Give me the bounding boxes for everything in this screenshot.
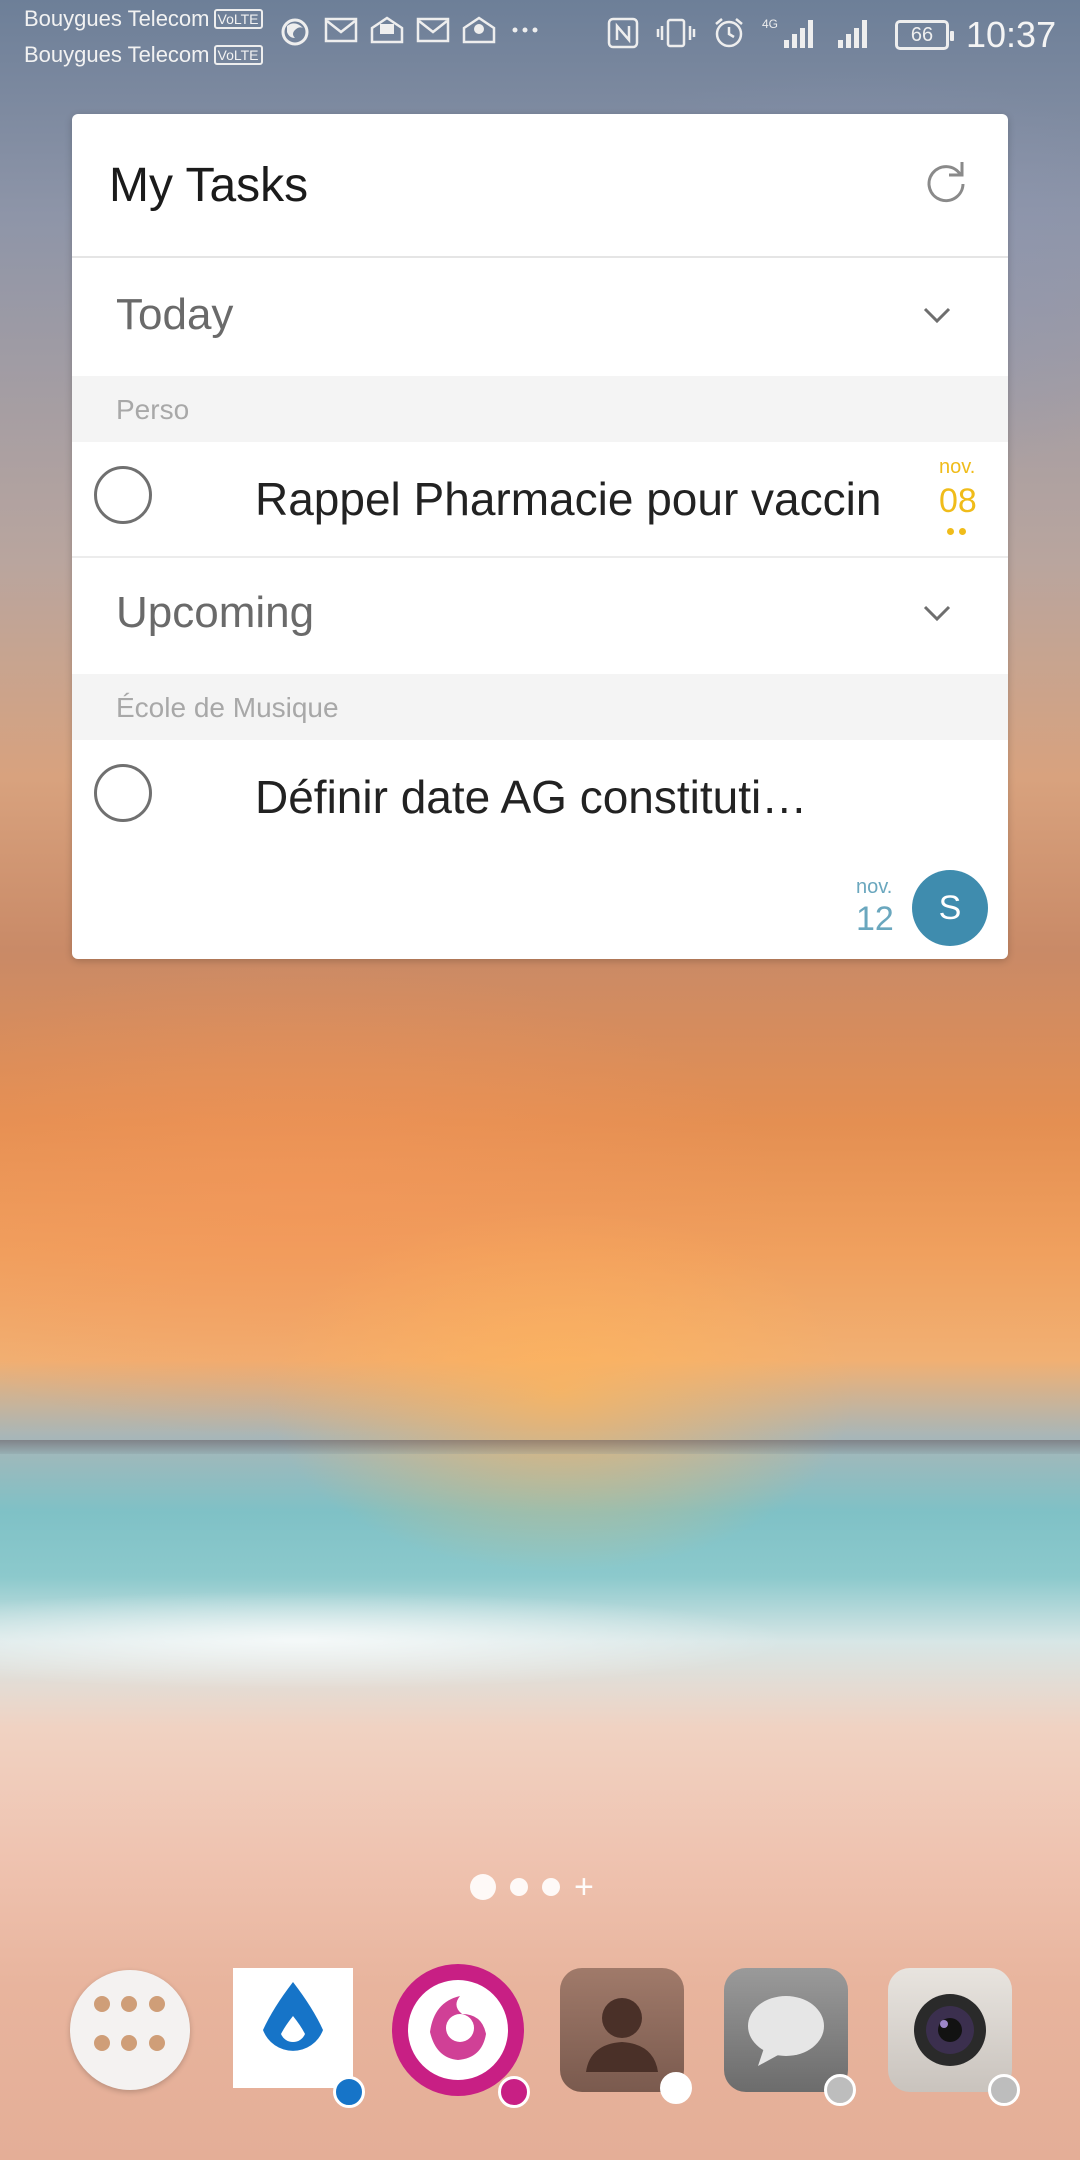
app-drawer-icon xyxy=(94,1996,166,2064)
volte-badge: VoLTE xyxy=(213,9,263,29)
section-today-title: Today xyxy=(116,290,234,339)
task-due-month: nov. xyxy=(939,456,976,478)
mail-icon xyxy=(324,16,358,46)
battery-indicator: 66 xyxy=(895,20,954,50)
work-profile-badge xyxy=(333,2076,365,2108)
task-title[interactable]: Définir date AG constituti… xyxy=(255,770,855,824)
priority-dots xyxy=(947,528,966,535)
carrier-1: Bouygues Telecom VoLTE xyxy=(24,6,263,32)
my-tasks-widget: My Tasks Today Perso Rappel Pharmacie po… xyxy=(72,114,1008,959)
notification-icons xyxy=(278,16,542,46)
chat-bubble-icon xyxy=(748,1996,824,2066)
task-due-day: 12 xyxy=(856,900,894,938)
clock: 10:37 xyxy=(966,14,1057,55)
chevron-down-icon[interactable] xyxy=(922,300,952,330)
task-title[interactable]: Rappel Pharmacie pour vaccin xyxy=(255,472,975,526)
camera-lens-icon xyxy=(914,1994,986,2066)
work-profile-badge xyxy=(498,2076,530,2108)
group-header-perso: Perso xyxy=(72,376,1008,442)
badge-dot xyxy=(660,2072,692,2104)
section-upcoming[interactable]: Upcoming xyxy=(72,558,1008,674)
page-dot-active[interactable] xyxy=(470,1874,496,1900)
task-due-day: 08 xyxy=(939,482,977,520)
wallpaper-sea xyxy=(0,1560,1080,1720)
more-icon xyxy=(508,16,542,46)
refresh-icon[interactable] xyxy=(920,156,972,208)
page-dot[interactable] xyxy=(542,1878,560,1896)
vibrate-icon xyxy=(656,16,696,50)
camera-app-icon[interactable] xyxy=(888,1968,1020,2106)
work-profile-badge xyxy=(988,2074,1020,2106)
volte-badge: VoLTE xyxy=(213,45,263,65)
signal-icon xyxy=(834,16,874,50)
mail-icon xyxy=(416,16,450,46)
section-today[interactable]: Today xyxy=(72,260,1008,376)
firefox-focus-app-icon[interactable] xyxy=(390,1962,530,2108)
task-row[interactable]: Rappel Pharmacie pour vaccin nov. 08 xyxy=(72,442,1008,556)
svg-text:4G: 4G xyxy=(762,17,778,31)
section-upcoming-title: Upcoming xyxy=(116,588,315,637)
contacts-icon xyxy=(586,1998,658,2072)
wallpaper-horizon xyxy=(0,1440,1080,1454)
task-complete-checkbox[interactable] xyxy=(94,764,152,822)
carrier-2: Bouygues Telecom VoLTE xyxy=(24,42,263,68)
page-indicator: + xyxy=(470,1870,594,1904)
add-page-icon[interactable]: + xyxy=(574,1870,594,1904)
app-drawer-button[interactable] xyxy=(70,1970,190,2090)
water-drop-icon xyxy=(263,1982,323,2051)
water-drop-app-icon[interactable] xyxy=(233,1968,365,2108)
signal-icon: 4G xyxy=(762,16,818,50)
alarm-icon xyxy=(712,16,746,50)
widget-title: My Tasks xyxy=(109,159,309,212)
messages-app-icon[interactable] xyxy=(724,1968,856,2106)
assignee-avatar[interactable]: S xyxy=(912,870,988,946)
nfc-icon xyxy=(606,16,640,50)
status-bar: Bouygues Telecom VoLTE Bouygues Telecom Vo… xyxy=(0,0,1080,80)
group-header-ecole-de-musique: École de Musique xyxy=(72,674,1008,740)
task-complete-checkbox[interactable] xyxy=(94,466,152,524)
group-label: École de Musique xyxy=(116,692,339,723)
widget-header: My Tasks xyxy=(72,114,1008,258)
firefox-icon xyxy=(278,16,312,46)
task-due-month: nov. xyxy=(856,876,893,898)
mail-icon xyxy=(462,16,496,46)
mail-icon xyxy=(370,16,404,46)
page-dot[interactable] xyxy=(510,1878,528,1896)
contacts-app-icon[interactable] xyxy=(560,1968,692,2104)
carrier-2-label: Bouygues Telecom xyxy=(24,42,210,67)
group-label: Perso xyxy=(116,394,190,425)
task-row[interactable]: Définir date AG constituti… nov. 12 S xyxy=(72,740,1008,946)
chevron-down-icon[interactable] xyxy=(922,598,952,628)
carrier-1-label: Bouygues Telecom xyxy=(24,6,210,31)
work-profile-badge xyxy=(824,2074,856,2106)
system-icons: 4G xyxy=(606,16,874,50)
